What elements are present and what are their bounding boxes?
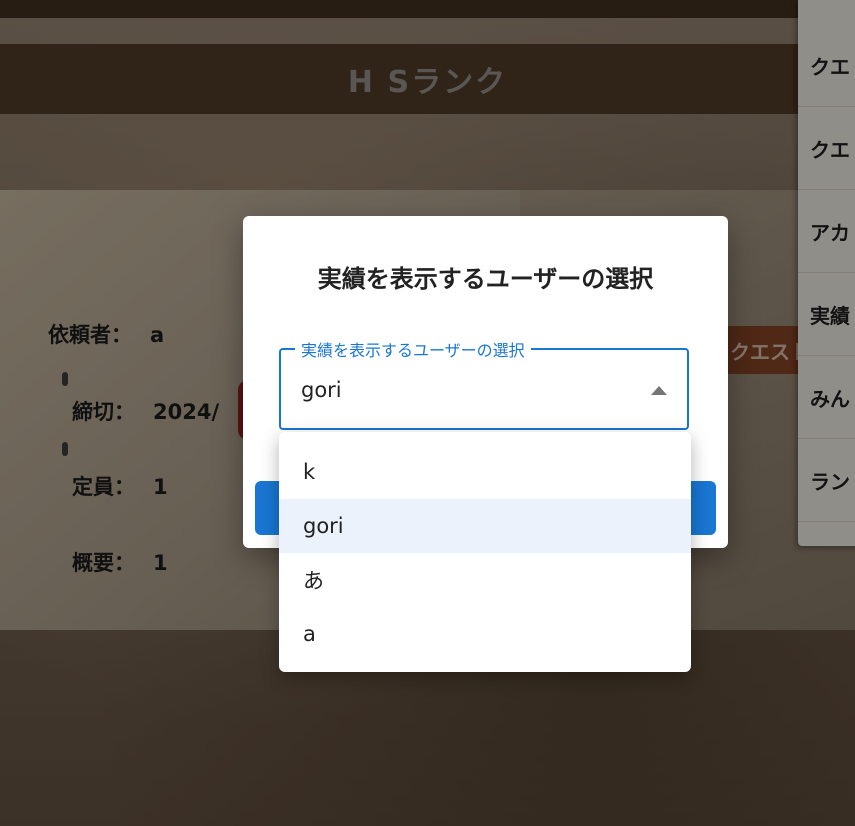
select-value: gori — [301, 378, 342, 402]
user-option-k[interactable]: k — [279, 445, 691, 499]
caret-up-icon[interactable] — [651, 386, 667, 395]
option-label: k — [303, 460, 316, 484]
option-label: あ — [303, 569, 324, 593]
option-label: a — [303, 622, 316, 646]
option-label: gori — [303, 514, 344, 538]
user-select-field[interactable]: 実績を表示するユーザーの選択 gori — [279, 337, 689, 430]
user-select-dropdown: k gori あ a — [279, 432, 691, 672]
user-option-gori[interactable]: gori — [279, 499, 691, 553]
user-option-a[interactable]: a — [279, 607, 691, 661]
user-option-a-hiragana[interactable]: あ — [279, 553, 691, 607]
select-label: 実績を表示するユーザーの選択 — [295, 337, 531, 361]
dialog-title: 実績を表示するユーザーの選択 — [317, 265, 654, 293]
